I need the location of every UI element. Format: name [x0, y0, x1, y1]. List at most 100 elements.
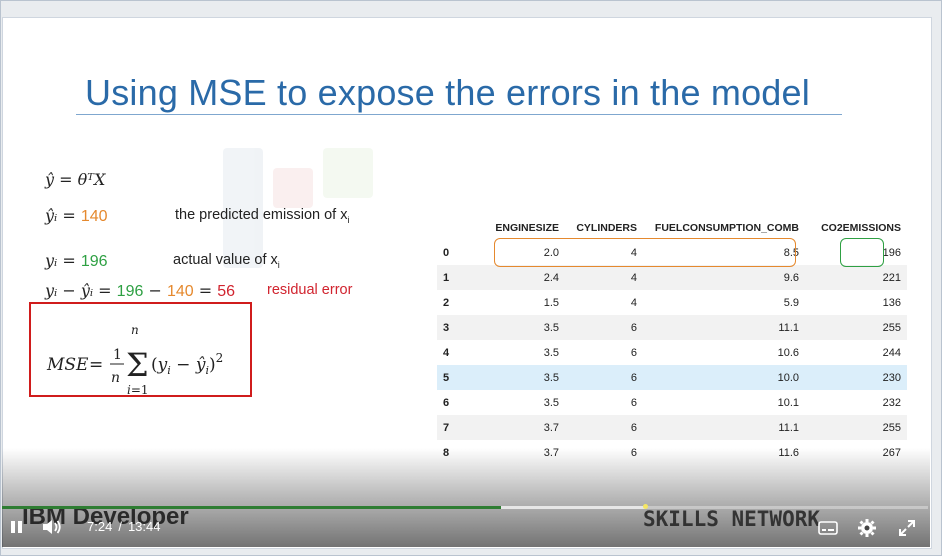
table-row: 3 3.5 6 11.1 255: [437, 315, 907, 340]
predicted-features-highlight: [494, 238, 796, 267]
settings-button[interactable]: [857, 518, 877, 543]
cell-co2emissions: 230: [805, 365, 907, 390]
cell-enginesize: 3.7: [475, 415, 565, 440]
table-row: 2 1.5 4 5.9 136: [437, 290, 907, 315]
predicted-label-sub: i: [347, 214, 350, 225]
cell-fuelconsumption: 9.6: [643, 265, 805, 290]
residual-minus: −: [143, 281, 167, 300]
cell-cylinders: 4: [630, 296, 637, 309]
video-frame: Using MSE to expose the errors in the mo…: [0, 0, 942, 556]
slide-title: Using MSE to expose the errors in the mo…: [85, 72, 810, 113]
cell-cylinders: 6: [565, 315, 643, 340]
cell-enginesize: 3.5: [543, 396, 559, 409]
predicted-lhs: ŷᵢ =: [45, 206, 81, 225]
svg-text:=: =: [89, 355, 103, 375]
svg-text:(yi − ŷi)2: (yi − ŷi)2: [151, 351, 223, 377]
volume-icon: [43, 520, 61, 534]
col-index: [437, 216, 475, 240]
progress-buffered: [496, 506, 646, 509]
col-co2emissions: CO2EMISSIONS: [821, 222, 901, 234]
actual-value-highlight: [840, 238, 884, 267]
settings-icon: [858, 519, 876, 537]
predicted-formula: ŷᵢ = 140: [45, 206, 108, 226]
residual-result: 56: [217, 283, 236, 300]
row-index: 7: [437, 415, 475, 440]
row-index: 2: [443, 296, 450, 309]
title-underline: [76, 114, 842, 115]
duration: 13:44: [127, 519, 161, 534]
col-cylinders: CYLINDERS: [576, 222, 637, 234]
captions-button[interactable]: [818, 520, 838, 541]
mse-formula-box: MSE = 1 n n Σ i=1 (yi − ŷi)2: [29, 302, 252, 397]
cell-co2emissions: 136: [882, 296, 901, 309]
cell-cylinders: 4: [565, 265, 643, 290]
fullscreen-icon: [899, 520, 915, 536]
cell-cylinders: 6: [565, 365, 643, 390]
row-index: 6: [443, 396, 450, 409]
table-row: 6 3.5 6 10.1 232: [437, 390, 907, 415]
svg-text:n: n: [131, 323, 139, 337]
cell-fuelconsumption: 11.1: [643, 315, 805, 340]
cell-enginesize: 3.5: [475, 315, 565, 340]
row-index: 4: [443, 346, 450, 359]
residual-lhs: yᵢ − ŷᵢ =: [45, 281, 117, 300]
cell-enginesize: 2.4: [475, 265, 565, 290]
cell-cylinders: 6: [565, 415, 643, 440]
cell-enginesize: 3.5: [475, 365, 565, 390]
cell-enginesize: 1.5: [543, 296, 559, 309]
cell-fuelconsumption: 10.1: [777, 396, 799, 409]
predicted-label: the predicted emission of xi: [175, 207, 349, 225]
cell-cylinders: 6: [630, 346, 637, 359]
row-index: 3: [437, 315, 475, 340]
captions-icon: [818, 521, 838, 535]
volume-button[interactable]: [41, 518, 63, 541]
table-row: 4 3.5 6 10.6 244: [437, 340, 907, 365]
cell-fuelconsumption: 10.0: [643, 365, 805, 390]
col-enginesize: ENGINESIZE: [495, 222, 559, 234]
svg-text:Σ: Σ: [126, 346, 149, 384]
progress-played: [2, 506, 502, 509]
actual-label-sub: i: [277, 259, 280, 270]
cell-cylinders: 6: [630, 396, 637, 409]
svg-text:MSE: MSE: [46, 355, 89, 375]
svg-text:n: n: [111, 370, 120, 386]
table-header: ENGINESIZE CYLINDERS FUELCONSUMPTION_COM…: [437, 216, 907, 240]
yhat-definition: ŷ = θᵀX: [45, 170, 106, 189]
fullscreen-button[interactable]: [897, 518, 917, 543]
mse-formula: MSE = 1 n n Σ i=1 (yi − ŷi)2: [46, 323, 223, 395]
cell-co2emissions: 255: [805, 315, 907, 340]
cell-fuelconsumption: 11.1: [643, 415, 805, 440]
residual-actual: 196: [116, 283, 144, 300]
actual-label-text: actual value of x: [173, 252, 278, 268]
pause-button[interactable]: [10, 519, 24, 540]
cell-co2emissions: 232: [882, 396, 901, 409]
skills-network-logo: SKILLS NETWORK: [643, 507, 821, 531]
table-row: 5 3.5 6 10.0 230: [437, 365, 907, 390]
table-row: 1 2.4 4 9.6 221: [437, 265, 907, 290]
svg-text:1: 1: [113, 347, 122, 363]
progress-marker: [643, 504, 648, 509]
cell-co2emissions: 255: [805, 415, 907, 440]
residual-formula: yᵢ − ŷᵢ = 196 − 140 = 56: [45, 281, 235, 301]
predicted-value: 140: [80, 208, 108, 225]
residual-predicted: 140: [166, 283, 194, 300]
cell-enginesize: 3.5: [543, 346, 559, 359]
cell-fuelconsumption: 5.9: [783, 296, 799, 309]
cell-fuelconsumption: 10.6: [777, 346, 799, 359]
actual-label: actual value of xi: [173, 252, 280, 270]
col-fuelconsumption: FUELCONSUMPTION_COMB: [654, 222, 799, 234]
cell-co2emissions: 244: [882, 346, 901, 359]
row-index: 5: [437, 365, 475, 390]
time-separator: /: [118, 519, 122, 534]
pause-icon: [11, 521, 22, 533]
residual-error-label: residual error: [267, 282, 353, 298]
row-index: 0: [443, 246, 450, 259]
row-index: 1: [437, 265, 475, 290]
actual-formula: yᵢ = 196: [45, 251, 108, 271]
cell-co2emissions: 221: [805, 265, 907, 290]
actual-value: 196: [80, 253, 108, 270]
predicted-label-text: the predicted emission of x: [175, 207, 348, 223]
current-time: 7:24: [87, 519, 113, 534]
residual-equals: =: [193, 281, 218, 300]
svg-text:i=1: i=1: [127, 383, 149, 395]
